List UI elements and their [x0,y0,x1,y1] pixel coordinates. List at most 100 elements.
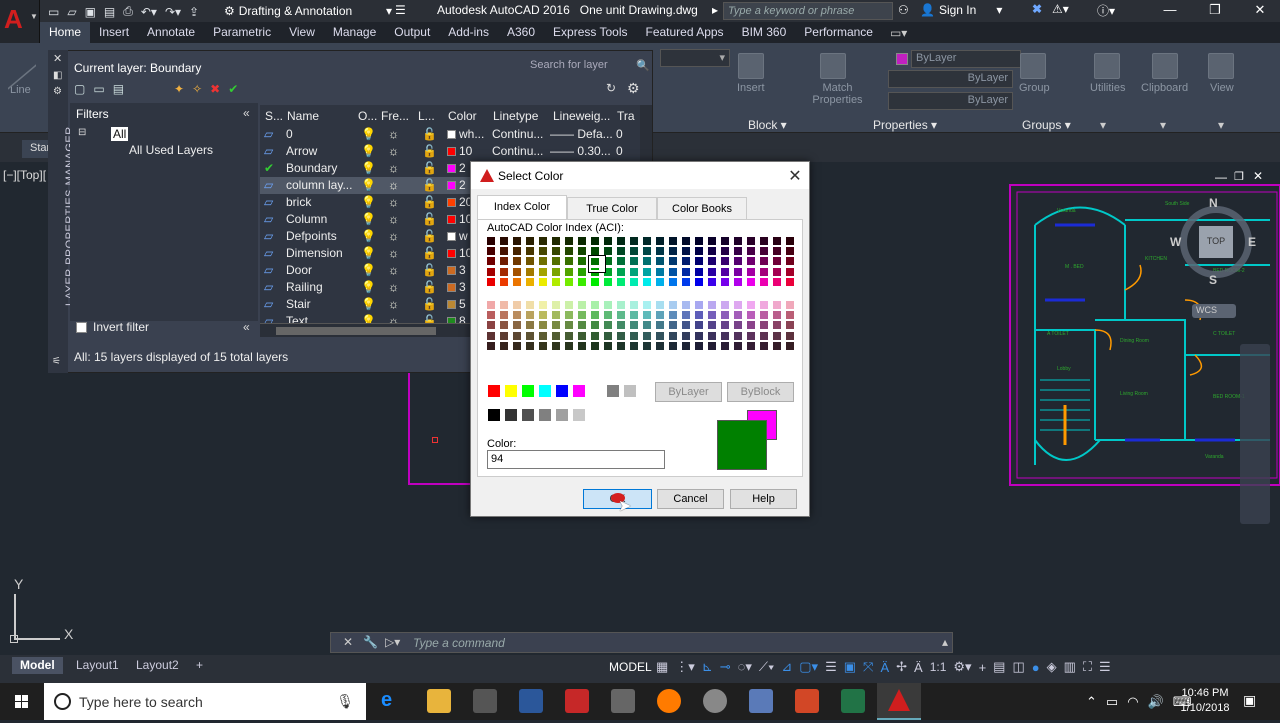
aci-swatch[interactable] [590,330,600,341]
aci-swatch[interactable] [577,256,587,267]
lineweight-dropdown[interactable]: ByLayer [888,92,1013,110]
aci-swatch[interactable] [577,300,587,310]
ribbon-toggle-icon[interactable]: ▭▾ [890,26,907,40]
aci-swatch[interactable] [629,256,639,267]
plot-icon[interactable]: ⎙ [123,4,133,19]
gray-color-swatch[interactable] [504,408,518,422]
sun-icon[interactable]: ☼ [388,161,399,175]
store-icon[interactable] [473,689,497,713]
close-icon[interactable]: ✕ [343,635,353,649]
aci-swatch[interactable] [512,300,522,310]
aci-swatch[interactable] [512,320,522,331]
network-icon[interactable]: ◠ [1127,694,1138,710]
aci-swatch[interactable] [512,256,522,267]
tab-parametric[interactable]: Parametric [204,22,280,43]
aci-swatch[interactable] [642,320,652,331]
lock-icon[interactable]: 🔓 [422,144,437,158]
aci-swatch[interactable] [772,246,782,257]
aci-swatch[interactable] [772,320,782,331]
aci-swatch[interactable] [746,340,756,351]
properties-panel-title[interactable]: Properties ▾ [873,118,937,132]
filters-tree-pane[interactable] [70,103,258,321]
aci-swatch[interactable] [694,310,704,321]
aci-swatch[interactable] [707,310,717,321]
aci-swatch[interactable] [733,320,743,331]
aci-swatch[interactable] [681,340,691,351]
new-group-filter-icon[interactable]: ▭ [93,82,104,96]
tab-express-tools[interactable]: Express Tools [544,22,636,43]
gray-color-swatch[interactable] [487,408,501,422]
aci-swatch[interactable] [590,276,600,287]
aci-swatch[interactable] [707,246,717,257]
lock-icon[interactable]: 🔓 [422,246,437,260]
exchange-icon[interactable]: ✖ [1032,2,1042,16]
aci-swatch[interactable] [733,300,743,310]
show-hidden-icons[interactable]: ⌃ [1086,694,1097,710]
aci-swatch[interactable] [681,310,691,321]
aci-swatch[interactable] [538,300,548,310]
layer-color[interactable]: 5 [447,297,466,311]
new-icon[interactable]: ▭ [48,5,59,19]
customization-icon[interactable]: ☰ [1099,659,1111,675]
share-icon[interactable]: ⇪ [189,5,199,19]
bulb-icon[interactable]: 💡 [361,297,376,311]
sun-icon[interactable]: ☼ [388,178,399,192]
object-snap-icon[interactable]: ⊿ [781,659,792,675]
settings-icon[interactable]: ⚙ [627,80,640,97]
isodraft-icon[interactable]: ◌▾ [738,659,752,675]
aci-swatch[interactable] [785,310,795,321]
bulb-icon[interactable]: 💡 [361,178,376,192]
file-explorer-icon[interactable] [427,689,451,713]
dialog-title-bar[interactable]: Select Color [471,162,809,189]
bulb-icon[interactable]: 💡 [361,144,376,158]
aci-swatch[interactable] [707,266,717,277]
aci-swatch[interactable] [577,276,587,287]
maximize-button[interactable]: ❐ [1195,2,1235,20]
aci-swatch[interactable] [759,256,769,267]
view-expand-icon[interactable]: ▾ [1218,118,1224,132]
bulb-icon[interactable]: 💡 [361,246,376,260]
col-linetype[interactable]: Linetype [493,109,538,123]
command-input[interactable]: Type a command [413,636,505,650]
aci-swatch[interactable] [525,320,535,331]
graphics-performance-icon[interactable]: ▥ [1064,659,1076,675]
aci-swatch[interactable] [668,246,678,257]
sign-in-button[interactable]: 👤 Sign In ▾ [920,3,1002,17]
grip-point[interactable] [432,437,438,443]
layer-color[interactable]: 3 [447,280,466,294]
standard-color-swatch[interactable] [606,384,620,398]
aci-swatch[interactable] [616,320,626,331]
aci-swatch[interactable] [655,300,665,310]
aci-swatch[interactable] [785,320,795,331]
aci-swatch[interactable] [642,266,652,277]
aci-swatch[interactable] [759,300,769,310]
aci-swatch[interactable] [720,256,730,267]
standard-color-swatch[interactable] [555,384,569,398]
tab-view[interactable]: View [280,22,324,43]
layer-states-icon[interactable]: ▤ [113,82,124,96]
clipboard-expand-icon[interactable]: ▾ [1160,118,1166,132]
col-name[interactable]: Name [287,109,319,123]
aci-swatch[interactable] [564,276,574,287]
insert-block-icon[interactable] [738,53,764,79]
aci-swatch[interactable] [681,276,691,287]
viewport-controls[interactable]: [−][Top][ [3,168,46,182]
aci-swatch[interactable] [564,330,574,341]
aci-swatch[interactable] [512,330,522,341]
command-history-icon[interactable]: ▴ [942,635,948,649]
standard-color-swatch[interactable] [589,384,603,398]
aci-swatch[interactable] [499,236,509,246]
grid-icon[interactable]: ▦ [656,659,668,675]
aci-swatch[interactable] [681,256,691,267]
invert-filter-checkbox[interactable]: Invert filter [76,320,149,334]
aci-swatch[interactable] [603,330,613,341]
filter-all-used-layers[interactable]: All Used Layers [129,143,213,157]
aci-swatch[interactable] [655,340,665,351]
col-lock[interactable]: L... [418,109,435,123]
aci-swatch[interactable] [564,246,574,257]
match-properties-icon[interactable] [820,53,846,79]
aci-swatch[interactable] [577,340,587,351]
aci-swatch[interactable] [616,236,626,246]
layer-row[interactable]: ▱ 0 💡 ☼ 🔓 wh... Continu... —— Defa... 0 [260,126,640,143]
customize-qat-icon[interactable]: ☰ [395,3,406,17]
